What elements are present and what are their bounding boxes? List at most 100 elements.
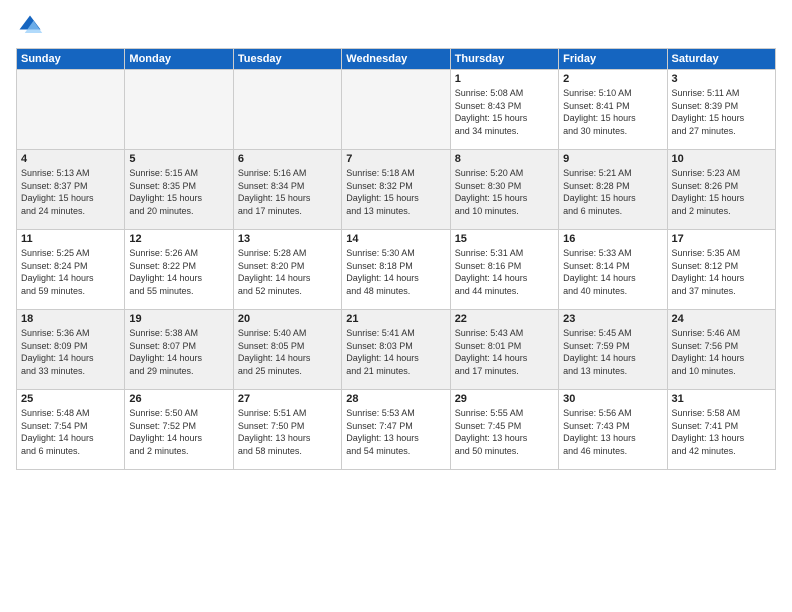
day-info: Sunrise: 5:46 AM Sunset: 7:56 PM Dayligh… xyxy=(672,327,771,377)
day-number: 23 xyxy=(563,313,662,325)
day-info: Sunrise: 5:41 AM Sunset: 8:03 PM Dayligh… xyxy=(346,327,445,377)
day-info: Sunrise: 5:11 AM Sunset: 8:39 PM Dayligh… xyxy=(672,87,771,137)
day-info: Sunrise: 5:53 AM Sunset: 7:47 PM Dayligh… xyxy=(346,407,445,457)
day-number: 22 xyxy=(455,313,554,325)
day-number: 18 xyxy=(21,313,120,325)
cal-cell: 18 Sunrise: 5:36 AM Sunset: 8:09 PM Dayli… xyxy=(17,310,125,390)
day-number: 24 xyxy=(672,313,771,325)
cal-cell: 25 Sunrise: 5:48 AM Sunset: 7:54 PM Dayli… xyxy=(17,390,125,470)
day-info: Sunrise: 5:20 AM Sunset: 8:30 PM Dayligh… xyxy=(455,167,554,217)
day-info: Sunrise: 5:15 AM Sunset: 8:35 PM Dayligh… xyxy=(129,167,228,217)
day-number: 25 xyxy=(21,393,120,405)
day-number: 9 xyxy=(563,153,662,165)
day-number: 28 xyxy=(346,393,445,405)
day-info: Sunrise: 5:08 AM Sunset: 8:43 PM Dayligh… xyxy=(455,87,554,137)
day-number: 11 xyxy=(21,233,120,245)
day-number: 4 xyxy=(21,153,120,165)
cal-cell: 2 Sunrise: 5:10 AM Sunset: 8:41 PM Daylig… xyxy=(559,70,667,150)
cal-cell: 23 Sunrise: 5:45 AM Sunset: 7:59 PM Dayli… xyxy=(559,310,667,390)
day-info: Sunrise: 5:13 AM Sunset: 8:37 PM Dayligh… xyxy=(21,167,120,217)
day-number: 10 xyxy=(672,153,771,165)
day-number: 13 xyxy=(238,233,337,245)
day-number: 5 xyxy=(129,153,228,165)
day-info: Sunrise: 5:51 AM Sunset: 7:50 PM Dayligh… xyxy=(238,407,337,457)
weekday-header-wednesday: Wednesday xyxy=(342,49,450,70)
logo-icon xyxy=(16,12,44,40)
day-number: 31 xyxy=(672,393,771,405)
cal-cell: 13 Sunrise: 5:28 AM Sunset: 8:20 PM Dayli… xyxy=(233,230,341,310)
day-info: Sunrise: 5:40 AM Sunset: 8:05 PM Dayligh… xyxy=(238,327,337,377)
day-number: 7 xyxy=(346,153,445,165)
day-info: Sunrise: 5:48 AM Sunset: 7:54 PM Dayligh… xyxy=(21,407,120,457)
day-info: Sunrise: 5:55 AM Sunset: 7:45 PM Dayligh… xyxy=(455,407,554,457)
cal-cell: 1Sunrise: 5:08 AM Sunset: 8:43 PM Daylig… xyxy=(450,70,558,150)
cal-cell: 28 Sunrise: 5:53 AM Sunset: 7:47 PM Dayli… xyxy=(342,390,450,470)
day-number: 3 xyxy=(672,73,771,85)
day-number: 8 xyxy=(455,153,554,165)
day-number: 16 xyxy=(563,233,662,245)
cal-cell: 24 Sunrise: 5:46 AM Sunset: 7:56 PM Dayli… xyxy=(667,310,775,390)
cal-cell: 29 Sunrise: 5:55 AM Sunset: 7:45 PM Dayli… xyxy=(450,390,558,470)
day-info: Sunrise: 5:43 AM Sunset: 8:01 PM Dayligh… xyxy=(455,327,554,377)
day-number: 14 xyxy=(346,233,445,245)
day-info: Sunrise: 5:35 AM Sunset: 8:12 PM Dayligh… xyxy=(672,247,771,297)
weekday-header-row: SundayMondayTuesdayWednesdayThursdayFrid… xyxy=(17,49,776,70)
weekday-header-monday: Monday xyxy=(125,49,233,70)
week-row-2: 4 Sunrise: 5:13 AM Sunset: 8:37 PM Daylig… xyxy=(17,150,776,230)
page: SundayMondayTuesdayWednesdayThursdayFrid… xyxy=(0,0,792,612)
day-info: Sunrise: 5:38 AM Sunset: 8:07 PM Dayligh… xyxy=(129,327,228,377)
cal-cell: 12 Sunrise: 5:26 AM Sunset: 8:22 PM Dayli… xyxy=(125,230,233,310)
cal-cell: 19 Sunrise: 5:38 AM Sunset: 8:07 PM Dayli… xyxy=(125,310,233,390)
day-info: Sunrise: 5:25 AM Sunset: 8:24 PM Dayligh… xyxy=(21,247,120,297)
header xyxy=(16,12,776,40)
cal-cell: 14 Sunrise: 5:30 AM Sunset: 8:18 PM Dayli… xyxy=(342,230,450,310)
cal-cell: 10 Sunrise: 5:23 AM Sunset: 8:26 PM Dayli… xyxy=(667,150,775,230)
cal-cell: 20Sunrise: 5:40 AM Sunset: 8:05 PM Dayli… xyxy=(233,310,341,390)
week-row-5: 25 Sunrise: 5:48 AM Sunset: 7:54 PM Dayli… xyxy=(17,390,776,470)
cal-cell: 31 Sunrise: 5:58 AM Sunset: 7:41 PM Dayli… xyxy=(667,390,775,470)
day-info: Sunrise: 5:28 AM Sunset: 8:20 PM Dayligh… xyxy=(238,247,337,297)
cal-cell: 8 Sunrise: 5:20 AM Sunset: 8:30 PM Daylig… xyxy=(450,150,558,230)
day-number: 21 xyxy=(346,313,445,325)
day-number: 30 xyxy=(563,393,662,405)
cal-cell: 3 Sunrise: 5:11 AM Sunset: 8:39 PM Daylig… xyxy=(667,70,775,150)
day-info: Sunrise: 5:30 AM Sunset: 8:18 PM Dayligh… xyxy=(346,247,445,297)
day-number: 12 xyxy=(129,233,228,245)
day-info: Sunrise: 5:31 AM Sunset: 8:16 PM Dayligh… xyxy=(455,247,554,297)
cal-cell: 4 Sunrise: 5:13 AM Sunset: 8:37 PM Daylig… xyxy=(17,150,125,230)
day-number: 6 xyxy=(238,153,337,165)
day-info: Sunrise: 5:26 AM Sunset: 8:22 PM Dayligh… xyxy=(129,247,228,297)
cal-cell: 15Sunrise: 5:31 AM Sunset: 8:16 PM Dayli… xyxy=(450,230,558,310)
cal-cell xyxy=(17,70,125,150)
day-number: 26 xyxy=(129,393,228,405)
day-info: Sunrise: 5:10 AM Sunset: 8:41 PM Dayligh… xyxy=(563,87,662,137)
cal-cell: 27 Sunrise: 5:51 AM Sunset: 7:50 PM Dayli… xyxy=(233,390,341,470)
week-row-4: 18 Sunrise: 5:36 AM Sunset: 8:09 PM Dayli… xyxy=(17,310,776,390)
cal-cell: 22 Sunrise: 5:43 AM Sunset: 8:01 PM Dayli… xyxy=(450,310,558,390)
day-info: Sunrise: 5:18 AM Sunset: 8:32 PM Dayligh… xyxy=(346,167,445,217)
cal-cell xyxy=(342,70,450,150)
cal-cell xyxy=(125,70,233,150)
day-info: Sunrise: 5:36 AM Sunset: 8:09 PM Dayligh… xyxy=(21,327,120,377)
day-info: Sunrise: 5:33 AM Sunset: 8:14 PM Dayligh… xyxy=(563,247,662,297)
cal-cell: 5 Sunrise: 5:15 AM Sunset: 8:35 PM Daylig… xyxy=(125,150,233,230)
day-number: 19 xyxy=(129,313,228,325)
day-info: Sunrise: 5:16 AM Sunset: 8:34 PM Dayligh… xyxy=(238,167,337,217)
cal-cell: 9Sunrise: 5:21 AM Sunset: 8:28 PM Daylig… xyxy=(559,150,667,230)
day-info: Sunrise: 5:23 AM Sunset: 8:26 PM Dayligh… xyxy=(672,167,771,217)
day-info: Sunrise: 5:58 AM Sunset: 7:41 PM Dayligh… xyxy=(672,407,771,457)
weekday-header-friday: Friday xyxy=(559,49,667,70)
week-row-3: 11 Sunrise: 5:25 AM Sunset: 8:24 PM Dayli… xyxy=(17,230,776,310)
cal-cell: 30Sunrise: 5:56 AM Sunset: 7:43 PM Dayli… xyxy=(559,390,667,470)
cal-cell: 6 Sunrise: 5:16 AM Sunset: 8:34 PM Daylig… xyxy=(233,150,341,230)
cal-cell: 7 Sunrise: 5:18 AM Sunset: 8:32 PM Daylig… xyxy=(342,150,450,230)
logo xyxy=(16,12,48,40)
day-number: 2 xyxy=(563,73,662,85)
day-number: 27 xyxy=(238,393,337,405)
day-number: 29 xyxy=(455,393,554,405)
week-row-1: 1Sunrise: 5:08 AM Sunset: 8:43 PM Daylig… xyxy=(17,70,776,150)
day-info: Sunrise: 5:45 AM Sunset: 7:59 PM Dayligh… xyxy=(563,327,662,377)
cal-cell: 17Sunrise: 5:35 AM Sunset: 8:12 PM Dayli… xyxy=(667,230,775,310)
calendar-table: SundayMondayTuesdayWednesdayThursdayFrid… xyxy=(16,48,776,470)
cal-cell: 11 Sunrise: 5:25 AM Sunset: 8:24 PM Dayli… xyxy=(17,230,125,310)
